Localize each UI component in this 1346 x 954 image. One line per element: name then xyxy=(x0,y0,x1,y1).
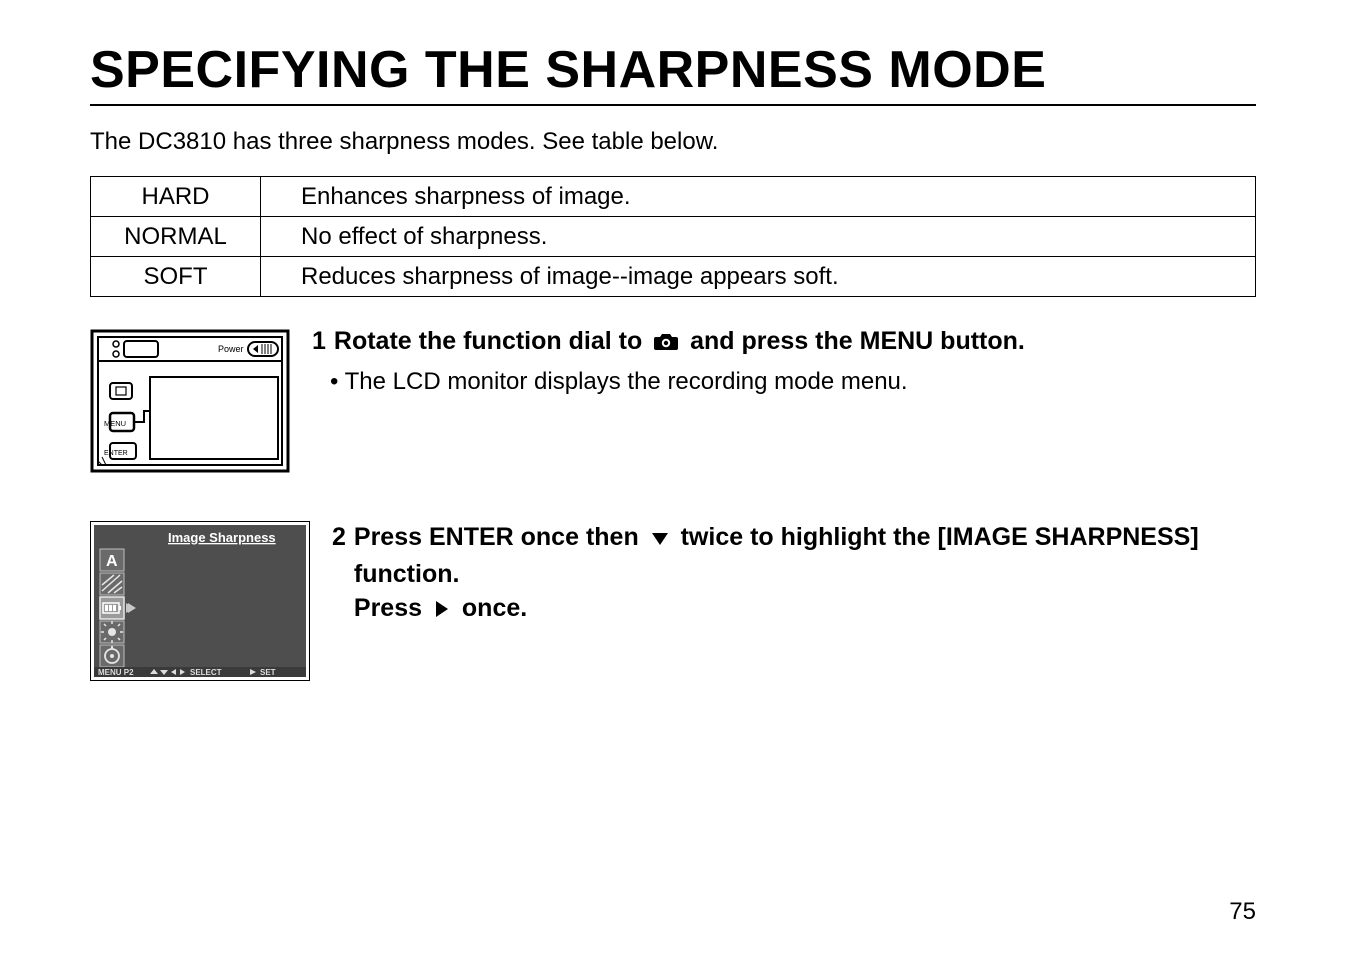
intro-text: The DC3810 has three sharpness modes. Se… xyxy=(90,128,1256,156)
power-label: Power xyxy=(218,344,244,354)
step1-bullet: • The LCD monitor displays the recording… xyxy=(330,368,1256,396)
page-title: SPECIFYING THE SHARPNESS MODE xyxy=(90,40,1256,100)
lcd-footer-mid: SELECT xyxy=(190,668,222,677)
sharpness-modes-table: HARD Enhances sharpness of image. NORMAL… xyxy=(90,176,1256,297)
table-row: NORMAL No effect of sharpness. xyxy=(91,217,1256,257)
mode-label: HARD xyxy=(91,177,261,217)
mode-label: NORMAL xyxy=(91,217,261,257)
right-triangle-icon xyxy=(433,595,451,629)
mode-label: SOFT xyxy=(91,257,261,297)
mode-desc: Reduces sharpness of image--image appear… xyxy=(261,257,1256,297)
lcd-title: Image Sharpness xyxy=(168,530,276,545)
step2-text-c: Press xyxy=(354,594,429,622)
lcd-footer-right: SET xyxy=(260,668,276,677)
step-number: 2 xyxy=(332,521,346,554)
step2-text: Press ENTER once then twice to highlight… xyxy=(354,521,1256,628)
menu-icon-a: A xyxy=(106,553,118,570)
title-rule xyxy=(90,104,1256,106)
page-number: 75 xyxy=(1229,898,1256,926)
lcd-footer-left: MENU P2 xyxy=(98,668,134,677)
camera-icon xyxy=(653,328,679,362)
step2-text-d: once. xyxy=(455,594,527,622)
step1-text: Rotate the function dial to and press th… xyxy=(334,325,1025,362)
camera-back-illustration: Power MENU ENTER xyxy=(90,325,290,475)
lcd-menu-illustration: Image Sharpness A xyxy=(90,521,310,681)
table-row: HARD Enhances sharpness of image. xyxy=(91,177,1256,217)
step1-text-b: and press the MENU button. xyxy=(683,327,1025,355)
table-row: SOFT Reduces sharpness of image--image a… xyxy=(91,257,1256,297)
enter-button-label: ENTER xyxy=(104,450,128,457)
mode-desc: No effect of sharpness. xyxy=(261,217,1256,257)
down-triangle-icon xyxy=(650,524,670,558)
menu-button-label: MENU xyxy=(104,419,126,428)
step1-text-a: Rotate the function dial to xyxy=(334,327,649,355)
step2-text-a: Press ENTER once then xyxy=(354,523,646,551)
mode-desc: Enhances sharpness of image. xyxy=(261,177,1256,217)
step-number: 1 xyxy=(312,325,326,358)
